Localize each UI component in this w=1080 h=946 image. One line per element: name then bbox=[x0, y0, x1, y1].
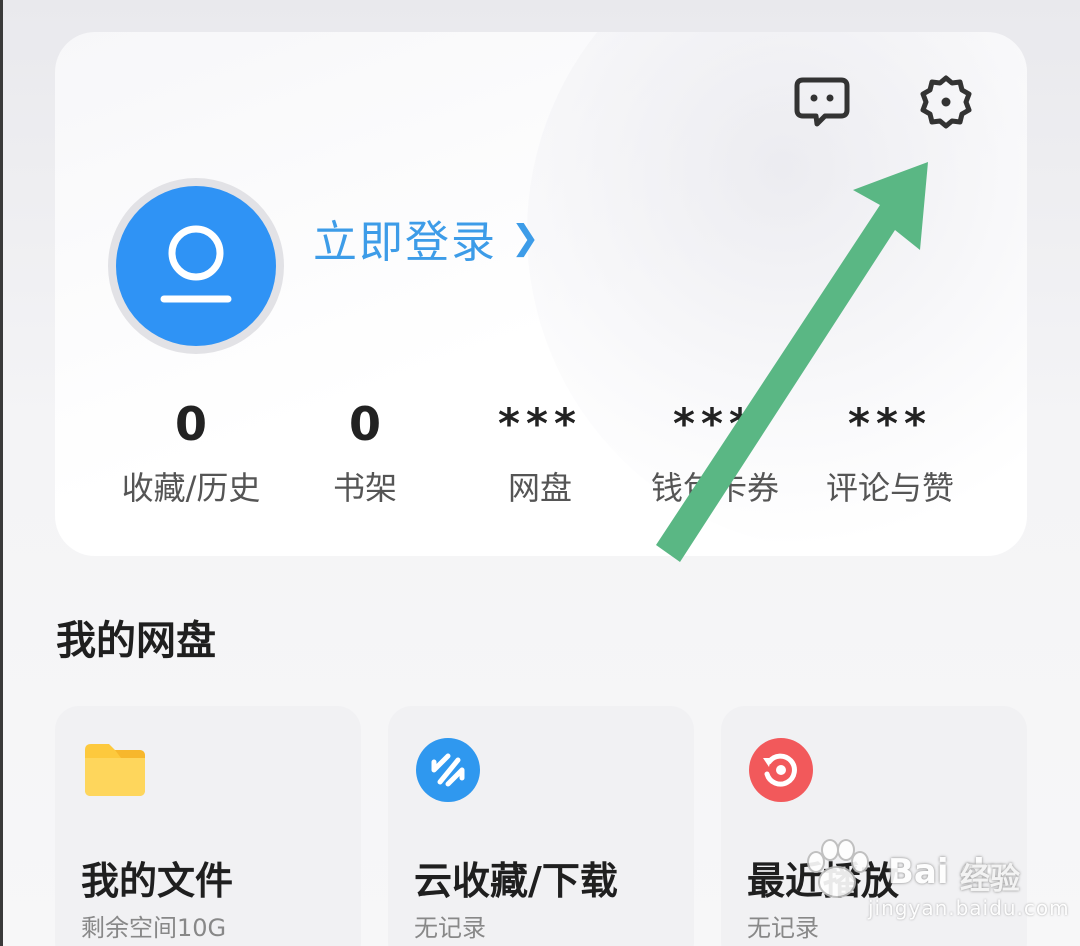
settings-button[interactable] bbox=[912, 68, 980, 136]
cloud-sync-icon bbox=[416, 738, 480, 802]
avatar[interactable] bbox=[108, 178, 284, 354]
stat-label: 钱包卡券 bbox=[650, 469, 779, 507]
stat-value: *** bbox=[498, 399, 582, 448]
stat-wallet-coupons[interactable]: *** 钱包卡券 bbox=[625, 394, 805, 508]
stat-bookshelf[interactable]: 0 书架 bbox=[275, 394, 455, 508]
avatar-circle bbox=[116, 186, 276, 346]
folder-icon bbox=[85, 744, 145, 796]
tile-subtitle: 无记录 bbox=[414, 914, 486, 942]
profile-card: 立即登录 ❯ 0 收藏/历史 0 书架 *** 网盘 *** 钱包卡券 *** … bbox=[55, 32, 1027, 556]
tile-title: 我的文件 bbox=[81, 859, 234, 903]
tile-cloud-favorites-download[interactable]: 云收藏/下载 无记录 bbox=[388, 706, 694, 946]
stat-value: 0 bbox=[174, 397, 207, 451]
chevron-right-icon: ❯ bbox=[511, 218, 542, 258]
tile-title: 云收藏/下载 bbox=[414, 859, 618, 903]
stat-value: 0 bbox=[348, 397, 381, 451]
tile-subtitle: 剩余空间10G bbox=[81, 914, 227, 942]
stat-label: 网盘 bbox=[507, 469, 572, 507]
stat-label: 收藏/历史 bbox=[121, 469, 261, 507]
stat-label: 书架 bbox=[332, 469, 397, 507]
watermark-url: jingyan.baidu.com bbox=[868, 896, 1070, 920]
recent-play-icon bbox=[749, 738, 813, 802]
login-link[interactable]: 立即登录 ❯ bbox=[313, 206, 542, 270]
stat-label: 评论与赞 bbox=[825, 469, 954, 507]
stat-netdisk[interactable]: *** 网盘 bbox=[450, 394, 630, 508]
tile-my-files[interactable]: 我的文件 剩余空间10G bbox=[55, 706, 361, 946]
chat-bubble-icon bbox=[794, 77, 850, 127]
watermark-chinese: 经验 bbox=[960, 862, 1020, 897]
stat-value: *** bbox=[673, 399, 757, 448]
message-button[interactable] bbox=[788, 68, 856, 136]
user-avatar-icon bbox=[160, 225, 232, 303]
stat-favorites-history[interactable]: 0 收藏/历史 bbox=[101, 394, 281, 508]
watermark: Bai du 经验 jingyan.baidu.com bbox=[792, 832, 1069, 922]
login-label: 立即登录 bbox=[313, 217, 497, 268]
gear-icon bbox=[920, 75, 972, 129]
stats-row: 0 收藏/历史 0 书架 *** 网盘 *** 钱包卡券 *** 评论与赞 bbox=[55, 394, 1027, 514]
stat-value: *** bbox=[848, 399, 932, 448]
section-title-netdisk: 我的网盘 bbox=[56, 618, 216, 664]
screen-edge bbox=[0, 0, 3, 946]
stat-comments-likes[interactable]: *** 评论与赞 bbox=[800, 394, 980, 508]
